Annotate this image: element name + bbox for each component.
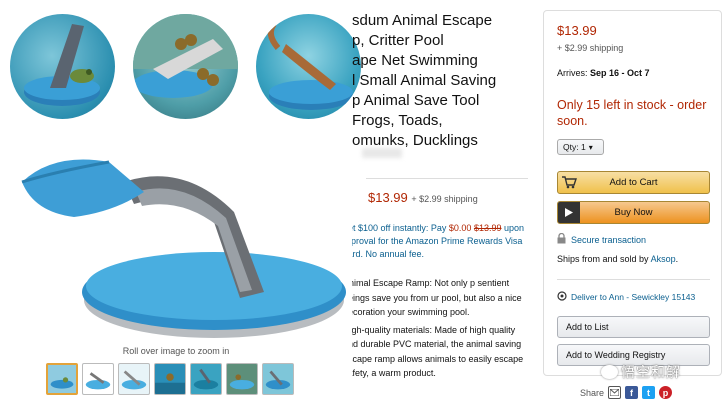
frog-ramp-photo[interactable] bbox=[10, 14, 115, 119]
buy-now-button[interactable]: Buy Now bbox=[557, 201, 710, 224]
sold-prefix: Ships from and sold by bbox=[557, 254, 651, 264]
product-shipping: + $2.99 shipping bbox=[411, 194, 478, 204]
promo-text: Get $100 off instantly: Pay bbox=[352, 223, 447, 233]
quantity-select[interactable]: Qty: 1 ▾ bbox=[557, 139, 604, 155]
zoom-hint: Roll over image to zoom in bbox=[122, 346, 230, 356]
arrives-label: Arrives: bbox=[557, 68, 591, 78]
promo-strike-price: $13.99 bbox=[473, 223, 502, 233]
buy-now-label: Buy Now bbox=[614, 207, 653, 218]
ducklings-ramp-photo[interactable] bbox=[133, 14, 238, 119]
cart-icon bbox=[558, 172, 580, 193]
thumbnail-7[interactable] bbox=[262, 363, 294, 395]
thumbnail-4[interactable] bbox=[154, 363, 186, 395]
add-to-registry-label: Add to Wedding Registry bbox=[566, 350, 666, 360]
add-to-list-label: Add to List bbox=[566, 322, 609, 332]
main-product-image[interactable] bbox=[14, 142, 346, 342]
stock-status: Only 15 left in stock - order soon. bbox=[557, 98, 707, 128]
thumbnail-3[interactable] bbox=[118, 363, 150, 395]
play-icon bbox=[558, 202, 580, 223]
deliver-label: Deliver to Ann - Sewickley 15143 bbox=[571, 292, 696, 302]
qty-label: Qty: 1 bbox=[563, 142, 586, 152]
add-to-cart-label: Add to Cart bbox=[609, 177, 658, 188]
watermark: 悟空和解 bbox=[601, 362, 681, 382]
product-image-column: Roll over image to zoom in bbox=[0, 0, 361, 403]
twitter-icon[interactable]: t bbox=[642, 386, 656, 399]
seller-link[interactable]: Aksop bbox=[651, 254, 676, 264]
product-price: $13.99 bbox=[368, 190, 408, 205]
divider bbox=[557, 279, 710, 280]
location-pin-icon bbox=[557, 291, 567, 303]
thumbnail-2[interactable] bbox=[82, 363, 114, 395]
arrival-date: Arrives: Sep 16 - Oct 7 bbox=[557, 68, 650, 78]
divider bbox=[366, 178, 528, 179]
thumbnail-1[interactable] bbox=[46, 363, 78, 395]
product-price-line: $13.99 + $2.99 shipping bbox=[368, 190, 478, 205]
thumbnail-6[interactable] bbox=[226, 363, 258, 395]
share-row: Share f t p bbox=[580, 386, 673, 399]
add-to-cart-button[interactable]: Add to Cart bbox=[557, 171, 710, 194]
secure-transaction-link[interactable]: Secure transaction bbox=[557, 232, 647, 246]
blurred-region bbox=[362, 148, 402, 158]
thumbnail-5[interactable] bbox=[190, 363, 222, 395]
lock-icon bbox=[557, 232, 566, 246]
pinterest-icon[interactable]: p bbox=[659, 386, 673, 399]
email-icon[interactable] bbox=[608, 386, 622, 399]
prime-card-promo[interactable]: Get $100 off instantly: Pay $0.00 $13.99… bbox=[352, 222, 527, 261]
chipmunk-ramp-photo[interactable] bbox=[256, 14, 361, 119]
share-label: Share bbox=[580, 387, 605, 398]
bullet-item: Animal Escape Ramp: Not only p sentient … bbox=[352, 278, 522, 317]
buybox-price: $13.99 bbox=[557, 23, 597, 38]
promo-zero-price: $0.00 bbox=[448, 223, 472, 233]
product-details-column: sdum Animal Escape p, Critter Pool ape N… bbox=[352, 0, 532, 403]
thumbnail-strip bbox=[46, 363, 294, 395]
add-to-list-button[interactable]: Add to List bbox=[557, 316, 710, 338]
wechat-icon bbox=[601, 365, 618, 379]
chevron-down-icon: ▾ bbox=[588, 143, 593, 152]
bullet-item: High-quality materials: Made of high qua… bbox=[352, 324, 524, 379]
deliver-to-link[interactable]: Deliver to Ann - Sewickley 15143 bbox=[557, 291, 695, 303]
secure-label: Secure transaction bbox=[571, 234, 647, 245]
watermark-text: 悟空和解 bbox=[621, 364, 681, 380]
arrives-dates: Sep 16 - Oct 7 bbox=[590, 68, 650, 78]
facebook-icon[interactable]: f bbox=[625, 386, 639, 399]
feature-bullets: Animal Escape Ramp: Not only p sentient … bbox=[352, 276, 529, 384]
buy-box: $13.99 + $2.99 shipping Arrives: Sep 16 … bbox=[543, 10, 722, 376]
sold-by: Ships from and sold by Aksop. bbox=[557, 254, 678, 264]
sold-suffix: . bbox=[675, 254, 679, 264]
product-title: sdum Animal Escape p, Critter Pool ape N… bbox=[352, 12, 497, 149]
buybox-shipping: + $2.99 shipping bbox=[557, 43, 624, 53]
